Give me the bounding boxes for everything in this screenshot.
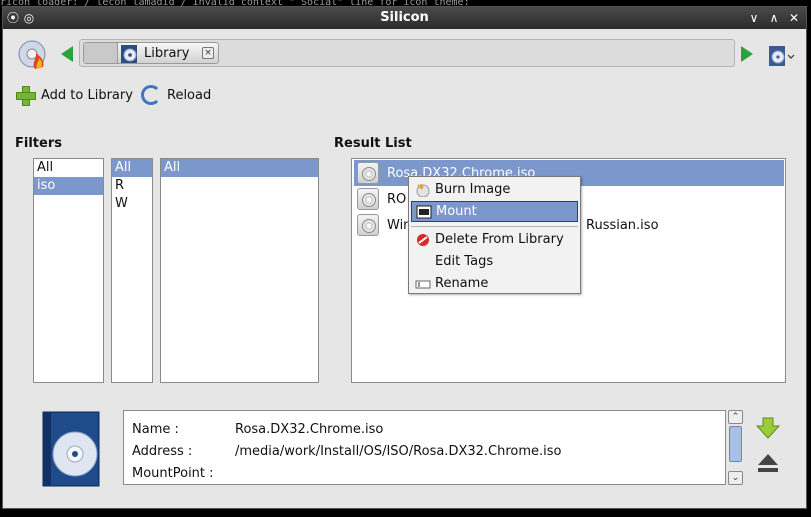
navigation-bar: Library ×: [3, 29, 806, 77]
filter-list-tags[interactable]: All: [160, 158, 319, 383]
result-row-suffix: Russian.iso: [586, 217, 659, 233]
reload-icon: [141, 85, 161, 105]
detail-address-key: Address :: [132, 444, 193, 459]
reload-label: Reload: [167, 87, 212, 103]
window-title: Silicon: [380, 10, 429, 25]
add-to-library-button[interactable]: Add to Library: [15, 83, 133, 107]
forward-arrow-icon[interactable]: [741, 46, 753, 62]
filter-list-mode[interactable]: All R W: [111, 158, 153, 383]
menu-item-label: Burn Image: [435, 182, 511, 197]
back-arrow-icon[interactable]: [61, 46, 73, 62]
menu-item-edit-tags[interactable]: Edit Tags: [411, 251, 578, 272]
menu-item-label: Edit Tags: [435, 254, 494, 269]
mount-down-arrow-icon[interactable]: [755, 416, 781, 440]
result-list-title: Result List: [334, 136, 412, 151]
filter-mode-item[interactable]: W: [112, 195, 152, 213]
maximize-icon[interactable]: ∧: [767, 11, 781, 25]
add-to-library-label: Add to Library: [41, 87, 133, 103]
disc-image-icon: [357, 188, 379, 210]
menu-item-mount[interactable]: Mount: [411, 201, 578, 222]
breadcrumb-label: Library: [144, 46, 190, 61]
details-scrollbar[interactable]: ⌃ ⌄: [728, 410, 743, 485]
edit-tags-spacer: [415, 255, 431, 269]
filters-title: Filters: [15, 136, 62, 151]
library-disc-icon: [121, 45, 137, 63]
detail-mountpoint-key: MountPoint :: [132, 466, 214, 481]
breadcrumb-close-icon[interactable]: ×: [202, 47, 214, 59]
menu-item-burn-image[interactable]: Burn Image: [411, 179, 578, 200]
reload-button[interactable]: Reload: [141, 83, 211, 107]
scroll-thumb[interactable]: [729, 426, 742, 462]
result-row-label: RO: [387, 191, 407, 207]
menu-item-label: Mount: [436, 204, 477, 219]
detail-name-value: Rosa.DX32.Chrome.iso: [235, 422, 384, 437]
breadcrumb-library[interactable]: Library ×: [83, 42, 219, 64]
app-logo-icon[interactable]: [17, 39, 49, 71]
menu-item-label: Delete From Library: [435, 232, 564, 247]
toolbar: Add to Library Reload: [3, 77, 806, 111]
filter-mode-item[interactable]: All: [112, 159, 152, 177]
background-terminal-bottom: [0, 510, 811, 517]
menu-separator: [411, 226, 578, 227]
menu-item-delete[interactable]: Delete From Library: [411, 229, 578, 250]
plus-icon: [15, 85, 36, 106]
silicon-window: ⦿ ◎ Silicon ∨ ∧ ✕ Library × Add to Libra…: [2, 6, 807, 509]
minimize-icon[interactable]: ∨: [747, 11, 761, 25]
disc-menu-icon[interactable]: [767, 44, 795, 68]
scroll-down-icon[interactable]: ⌄: [728, 471, 743, 485]
context-menu: Burn Image Mount Delete From Library Edi…: [408, 176, 581, 294]
disc-cover-icon: [42, 411, 100, 487]
filter-type-item[interactable]: iso: [34, 177, 103, 195]
filter-mode-item[interactable]: R: [112, 177, 152, 195]
rename-icon: [415, 280, 431, 288]
menu-item-label: Rename: [435, 276, 489, 291]
filter-list-type[interactable]: All iso: [33, 158, 104, 383]
detail-address-value: /media/work/Install/OS/ISO/Rosa.DX32.Chr…: [235, 444, 562, 459]
mount-icon: [416, 205, 432, 218]
disc-image-icon: [357, 162, 379, 184]
titlebar: ⦿ ◎ Silicon ∨ ∧ ✕: [3, 7, 806, 29]
burn-icon: [416, 183, 430, 197]
close-icon[interactable]: ✕: [787, 11, 801, 25]
detail-name-key: Name :: [132, 422, 179, 437]
breadcrumb-root[interactable]: [84, 43, 118, 63]
details-panel: Name : Rosa.DX32.Chrome.iso Address : /m…: [123, 410, 726, 485]
eject-icon[interactable]: [755, 451, 781, 475]
scroll-up-icon[interactable]: ⌃: [728, 410, 743, 424]
filter-type-item[interactable]: All: [34, 159, 103, 177]
path-bar: Library ×: [79, 39, 735, 67]
delete-icon: [417, 233, 429, 246]
menu-item-rename[interactable]: Rename: [411, 273, 578, 294]
disc-image-icon: [357, 214, 379, 236]
filter-tag-item[interactable]: All: [161, 159, 318, 177]
